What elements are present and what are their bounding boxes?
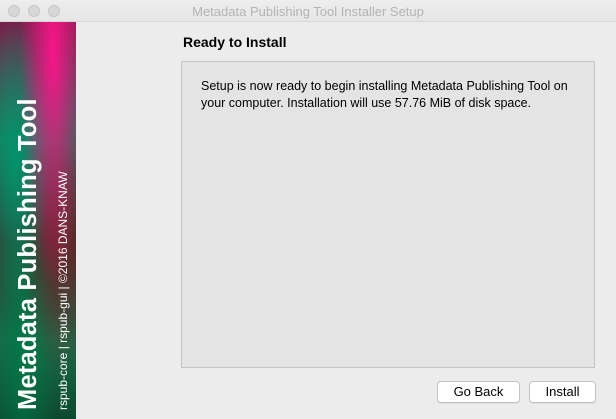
window-title: Metadata Publishing Tool Installer Setup	[192, 4, 424, 19]
message-panel: Setup is now ready to begin installing M…	[181, 61, 595, 368]
title-bar[interactable]: Metadata Publishing Tool Installer Setup	[0, 0, 616, 22]
page-title: Ready to Install	[183, 34, 287, 50]
installer-window: Metadata Publishing Tool Installer Setup…	[0, 0, 616, 419]
banner-credit: rspub-core | rspub-gui | ©2016 DANS-KNAW	[56, 171, 70, 410]
install-message: Setup is now ready to begin installing M…	[201, 79, 568, 110]
installer-banner-image: Metadata Publishing Tool rspub-core | rs…	[0, 22, 76, 419]
banner-title: Metadata Publishing Tool	[14, 98, 42, 410]
install-button[interactable]: Install	[529, 381, 596, 403]
go-back-button[interactable]: Go Back	[437, 381, 520, 403]
